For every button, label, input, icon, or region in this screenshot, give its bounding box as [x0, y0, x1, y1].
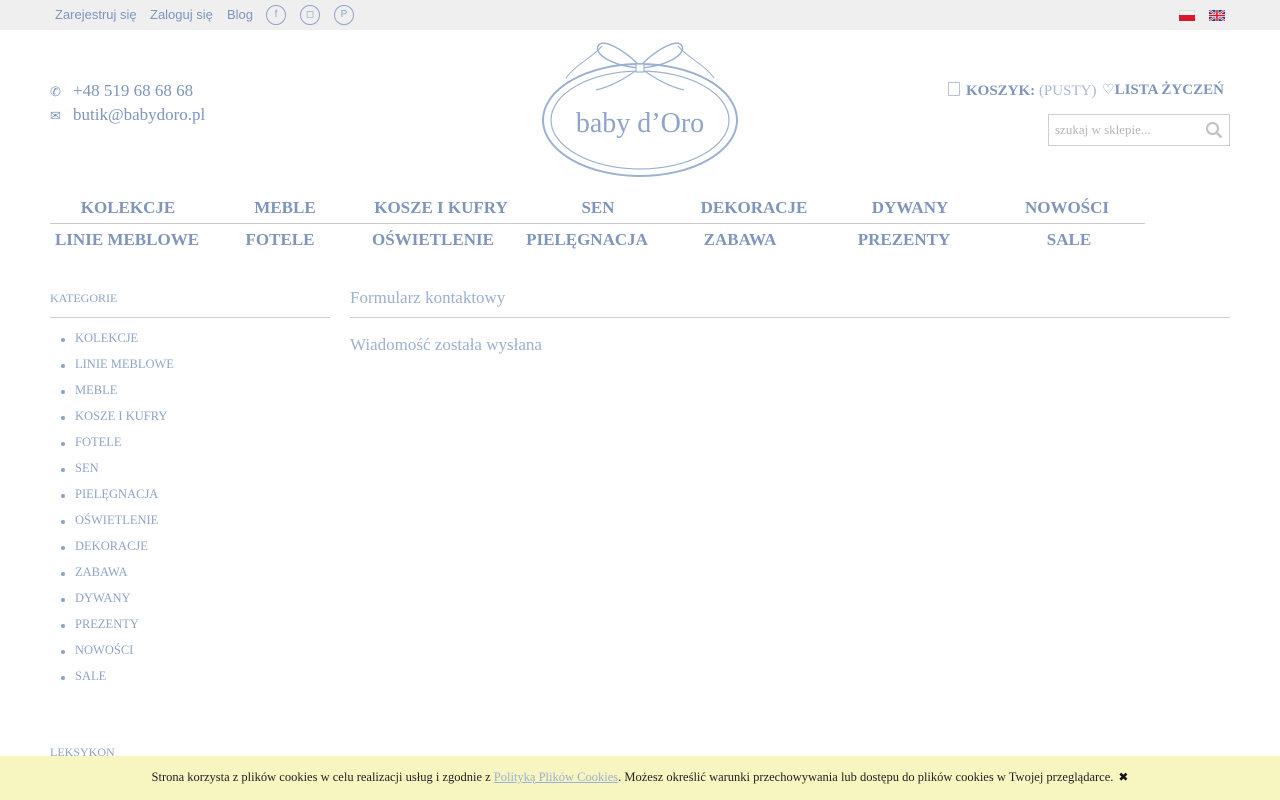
cookie-text-after: . Możesz określić warunki przechowywania…	[618, 770, 1114, 784]
category-item-sale[interactable]: SALE	[50, 669, 174, 695]
bullet	[61, 338, 65, 342]
category-item-nowosci[interactable]: NOWOŚCI	[50, 643, 174, 669]
category-label: PREZENTY	[75, 617, 139, 631]
category-item-zabawa[interactable]: ZABAWA	[50, 565, 174, 591]
menu-item-meble[interactable]: MEBLE	[254, 198, 315, 218]
category-label: KOSZE I KUFRY	[75, 409, 168, 423]
register-link[interactable]: Zarejestruj się	[55, 7, 137, 22]
phone-icon: ✆	[50, 85, 61, 100]
bullet	[61, 390, 65, 394]
category-list: KOLEKCJE LINIE MEBLOWE MEBLE KOSZE I KUF…	[50, 331, 174, 695]
category-item-meble[interactable]: MEBLE	[50, 383, 174, 409]
category-item-kolekcje[interactable]: KOLEKCJE	[50, 331, 174, 357]
pinterest-icon[interactable]: P	[334, 5, 354, 25]
category-item-kosze-i-kufry[interactable]: KOSZE I KUFRY	[50, 409, 174, 435]
category-label: DEKORACJE	[75, 539, 148, 553]
category-label: ZABAWA	[75, 565, 128, 579]
menu-item-sale[interactable]: SALE	[1047, 230, 1091, 250]
category-label: NOWOŚCI	[75, 643, 134, 657]
category-item-linie-meblowe[interactable]: LINIE MEBLOWE	[50, 357, 174, 383]
logo-text: baby d’Oro	[576, 108, 704, 139]
email-contact[interactable]: ✉ butik@babydoro.pl	[50, 105, 205, 125]
site-logo[interactable]: baby d’Oro	[540, 38, 740, 180]
email-address: butik@babydoro.pl	[73, 105, 206, 124]
category-item-prezenty[interactable]: PREZENTY	[50, 617, 174, 643]
bullet	[61, 546, 65, 550]
search-icon[interactable]	[1205, 121, 1223, 139]
category-label: LINIE MEBLOWE	[75, 357, 174, 371]
category-label: DYWANY	[75, 591, 131, 605]
menu-item-zabawa[interactable]: ZABAWA	[704, 230, 777, 250]
page-title: Formularz kontaktowy	[350, 288, 1230, 318]
phone-number: +48 519 68 68 68	[73, 81, 194, 100]
wishlist-label: LISTA ŻYCZEŃ	[1114, 82, 1224, 98]
cookie-notice: Strona korzysta z plików cookies w celu …	[0, 770, 1280, 785]
cart-label: KOSZYK:	[966, 83, 1036, 99]
envelope-icon: ✉	[50, 109, 61, 124]
menu-item-prezenty[interactable]: PREZENTY	[858, 230, 951, 250]
menu-item-fotele[interactable]: FOTELE	[246, 230, 315, 250]
english-flag-icon[interactable]	[1209, 10, 1225, 21]
menu-item-linie-meblowe[interactable]: LINIE MEBLOWE	[55, 230, 199, 250]
blog-link[interactable]: Blog	[227, 7, 253, 22]
instagram-icon[interactable]: ◻	[300, 5, 320, 25]
category-item-fotele[interactable]: FOTELE	[50, 435, 174, 461]
category-item-pielegnacja[interactable]: PIELĘGNACJA	[50, 487, 174, 513]
bullet	[61, 364, 65, 368]
menu-item-sen[interactable]: SEN	[581, 198, 614, 218]
sidebar-title: KATEGORIE	[50, 291, 330, 318]
category-item-oswietlenie[interactable]: OŚWIETLENIE	[50, 513, 174, 539]
cart-link[interactable]: KOSZYK: (PUSTY)	[948, 82, 1096, 100]
top-bar: Zarejestruj się Zaloguj się Blog f ◻ P	[0, 0, 1280, 30]
phone-contact[interactable]: ✆ +48 519 68 68 68	[50, 81, 193, 101]
category-label: OŚWIETLENIE	[75, 513, 159, 527]
search-box	[1048, 114, 1230, 146]
category-item-sen[interactable]: SEN	[50, 461, 174, 487]
cookie-policy-link[interactable]: Polityką Plików Cookies	[494, 770, 618, 784]
menu-item-kolekcje[interactable]: KOLEKCJE	[81, 198, 175, 218]
bullet	[61, 494, 65, 498]
login-link[interactable]: Zaloguj się	[150, 7, 213, 22]
main-menu-row-1: KOLEKCJE MEBLE KOSZE I KUFRY SEN DEKORAC…	[50, 198, 1145, 224]
bullet	[61, 676, 65, 680]
cookie-bar: Strona korzysta z plików cookies w celu …	[0, 756, 1280, 800]
search-input[interactable]	[1055, 121, 1195, 139]
bullet	[61, 416, 65, 420]
bag-icon	[948, 82, 960, 96]
facebook-icon[interactable]: f	[266, 5, 286, 25]
menu-item-dekoracje[interactable]: DEKORACJE	[701, 198, 808, 218]
bullet	[61, 598, 65, 602]
bullet	[61, 468, 65, 472]
bullet	[61, 624, 65, 628]
menu-item-dywany[interactable]: DYWANY	[872, 198, 949, 218]
menu-item-kosze-i-kufry[interactable]: KOSZE I KUFRY	[374, 198, 508, 218]
category-label: SALE	[75, 669, 107, 683]
success-message: Wiadomość została wysłana	[350, 335, 542, 354]
close-icon[interactable]: ✖	[1118, 770, 1128, 784]
wishlist-link[interactable]: ♡LISTA ŻYCZEŃ	[1102, 82, 1224, 99]
menu-item-oswietlenie[interactable]: OŚWIETLENIE	[372, 230, 494, 250]
category-label: PIELĘGNACJA	[75, 487, 159, 501]
menu-item-nowosci[interactable]: NOWOŚCI	[1025, 198, 1109, 218]
category-item-dywany[interactable]: DYWANY	[50, 591, 174, 617]
category-label: FOTELE	[75, 435, 122, 449]
category-label: MEBLE	[75, 383, 118, 397]
bullet	[61, 650, 65, 654]
heart-icon: ♡	[1102, 82, 1115, 98]
category-item-dekoracje[interactable]: DEKORACJE	[50, 539, 174, 565]
polish-flag-icon[interactable]	[1179, 10, 1195, 21]
cookie-text-before: Strona korzysta z plików cookies w celu …	[151, 770, 494, 784]
main-menu-row-2: LINIE MEBLOWE FOTELE OŚWIETLENIE PIELĘGN…	[50, 230, 1145, 256]
menu-item-pielegnacja[interactable]: PIELĘGNACJA	[526, 230, 648, 250]
category-label: SEN	[75, 461, 99, 475]
bullet	[61, 442, 65, 446]
bullet	[61, 520, 65, 524]
cart-status: (PUSTY)	[1038, 83, 1097, 99]
category-label: KOLEKCJE	[75, 331, 139, 345]
bullet	[61, 572, 65, 576]
